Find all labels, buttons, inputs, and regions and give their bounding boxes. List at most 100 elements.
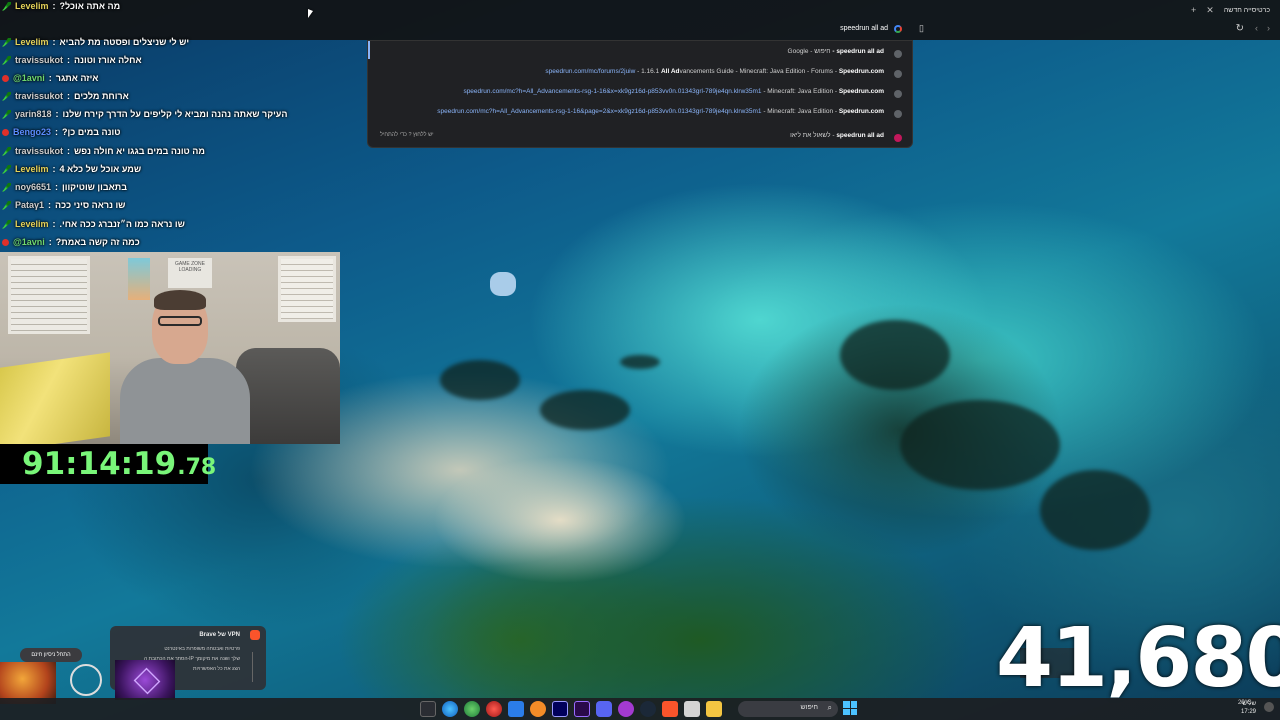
back-arrow-icon[interactable]: ‹	[1255, 23, 1258, 33]
sword-badge-icon	[2, 182, 11, 192]
chat-username[interactable]: travissukot	[15, 55, 63, 65]
vpn-side-controls[interactable]	[252, 652, 260, 682]
chat-message: @1avni: כמה זה קשה באמת?	[2, 234, 140, 250]
stream-chat: Levelim: מה אתה אוכל? Levelim: יש לי שניצלי…	[0, 0, 340, 252]
avatar-logo	[115, 660, 175, 700]
sword-badge-icon	[2, 164, 11, 174]
chrome-icon[interactable]	[464, 701, 480, 717]
suggestion-history[interactable]: speedrun.com/mc?h=All_Advancements-rsg-1…	[437, 108, 884, 120]
suggestion-history[interactable]: speedrun.com/mc?h=All_Advancements-rsg-1…	[463, 88, 884, 100]
chat-username[interactable]: Levelim	[15, 219, 49, 229]
chat-username[interactable]: Pataγ1	[15, 200, 44, 210]
close-tab-icon[interactable]: ✕	[1206, 5, 1214, 16]
steam-icon[interactable]	[640, 701, 656, 717]
chat-separator: :	[67, 91, 71, 101]
opera-icon[interactable]	[486, 701, 502, 717]
vpn-line: הצג את כל האפשרויות	[193, 666, 240, 672]
chat-username[interactable]: @1avni	[13, 73, 45, 83]
chat-text: אחלה אורז וטונה	[74, 55, 142, 65]
omnibox-tip: יש ללחוץ ? כדי להתחיל	[380, 132, 434, 138]
start-trial-button[interactable]: התחל ניסיון חינם	[20, 648, 82, 662]
screen: + ✕ כרטיסייה חדשה speedrun all ad ▯ ↻ ‹ …	[0, 0, 1280, 720]
heart-badge-icon	[2, 74, 9, 82]
chat-separator: :	[48, 237, 52, 247]
window-blinds	[278, 256, 336, 322]
boat	[490, 272, 516, 296]
notepad-icon[interactable]	[508, 701, 524, 717]
address-input[interactable]: speedrun all ad	[840, 25, 888, 32]
chat-username[interactable]: Bengo23	[13, 127, 51, 137]
vpn-title: Brave של VPN	[199, 632, 240, 638]
chat-username[interactable]: noy6651	[15, 182, 51, 192]
chat-username[interactable]: Levelim	[15, 1, 49, 11]
timer-main: 91:14:19	[22, 446, 177, 482]
chat-separator: :	[52, 37, 56, 47]
suggestion-url: speedrun.com/mc/forums/2juiw	[545, 68, 636, 75]
task-view-icon[interactable]	[420, 701, 436, 717]
sword-badge-icon	[2, 91, 11, 101]
taskbar-search[interactable]: חיפוש ⌕	[738, 701, 838, 717]
window-blinds	[8, 256, 90, 334]
suggestion-leo[interactable]: לשאול את ליאו - speedrun all ad	[790, 132, 884, 144]
after-effects-icon[interactable]	[552, 701, 568, 717]
chat-username[interactable]: travissukot	[15, 91, 63, 101]
chat-message: Levelim: שו נראה כמו ה״זנברג ככה אחי.	[2, 216, 185, 232]
big-counter: 41,680	[996, 611, 1280, 706]
suggestion-site: Speedrun.com	[838, 68, 884, 75]
reef-patch	[840, 320, 950, 390]
reload-icon[interactable]: ↻	[1236, 23, 1244, 34]
chat-username[interactable]: @1avni	[13, 237, 45, 247]
chat-username[interactable]: travissukot	[15, 146, 63, 156]
chat-username[interactable]: Levelim	[15, 164, 49, 174]
search-label: חיפוש	[800, 704, 818, 711]
chat-message: travissukot: אחלה אורז וטונה	[2, 52, 142, 68]
suggestion-prefix: לשאול את ליאו -	[790, 132, 837, 139]
chair	[236, 348, 340, 444]
chat-separator: :	[48, 73, 52, 83]
start-button[interactable]	[843, 701, 857, 715]
sword-badge-icon	[2, 55, 11, 65]
chat-text: שו נראה כמו ה״זנברג ככה אחי.	[59, 219, 185, 229]
timer-fraction: .78	[177, 455, 217, 480]
suggestion-history[interactable]: speedrun.com/mc/forums/2juiw - 1.16.1 Al…	[545, 68, 884, 80]
suggestion-search[interactable]: Google - חיפוש - speedrun all ad	[788, 48, 884, 60]
streamer-hair	[154, 290, 206, 310]
folder-icon[interactable]	[706, 701, 722, 717]
chat-username[interactable]: Levelim	[15, 37, 49, 47]
chat-username[interactable]: yarin818	[15, 109, 52, 119]
twitch-icon[interactable]	[618, 701, 634, 717]
chat-text: מה אתה אוכל?	[59, 1, 121, 11]
premiere-icon[interactable]	[574, 701, 590, 717]
suggestion-title: - 1.16.1	[635, 68, 661, 75]
chat-message: Levelim: מה אתה אוכל?	[2, 0, 120, 14]
firefox-icon[interactable]	[530, 701, 546, 717]
chat-message: Levelim: יש לי שניצלים ופסטה מת להביא	[2, 34, 189, 50]
new-tab-icon[interactable]: +	[1191, 5, 1196, 15]
suggestion-match: All Ad	[660, 68, 680, 75]
edge-icon[interactable]	[442, 701, 458, 717]
chat-text: שו נראה סיני ככה	[55, 200, 126, 210]
brave-taskbar-icon[interactable]	[662, 701, 678, 717]
reef-patch	[900, 400, 1060, 490]
suggestion-title: - Minecraft: Java Edition -	[761, 88, 839, 95]
omnibox-suggestions: Google - חיפוש - speedrun all ad speedru…	[367, 40, 913, 148]
clock[interactable]: שלישי 17:29	[1241, 700, 1256, 716]
tab-title[interactable]: כרטיסייה חדשה	[1224, 7, 1270, 14]
heart-badge-icon	[2, 238, 9, 246]
wall-sign: GAME ZONE LOADING	[168, 258, 212, 288]
tab-strip: + ✕ כרטיסייה חדשה	[1100, 0, 1280, 20]
chat-separator: :	[55, 109, 59, 119]
store-icon[interactable]	[684, 701, 700, 717]
avatar-doodle	[70, 664, 102, 696]
discord-icon[interactable]	[596, 701, 612, 717]
reef-patch	[440, 360, 520, 400]
chat-separator: :	[48, 200, 52, 210]
heart-badge-icon	[2, 128, 9, 136]
notification-bell-icon[interactable]	[1264, 702, 1274, 712]
forward-arrow-icon[interactable]: ›	[1267, 23, 1270, 33]
taskbar: חיפוש ⌕ 29°C שלישי 17:29	[0, 698, 1280, 720]
chat-message: yarin818: העיקר שאתה נהנה ומביא לי קליפים…	[2, 106, 287, 122]
address-bar[interactable]: speedrun all ad ▯ ↻ ‹ ›	[360, 20, 1280, 40]
bookmark-icon[interactable]: ▯	[919, 23, 924, 34]
reef-patch	[620, 355, 660, 369]
